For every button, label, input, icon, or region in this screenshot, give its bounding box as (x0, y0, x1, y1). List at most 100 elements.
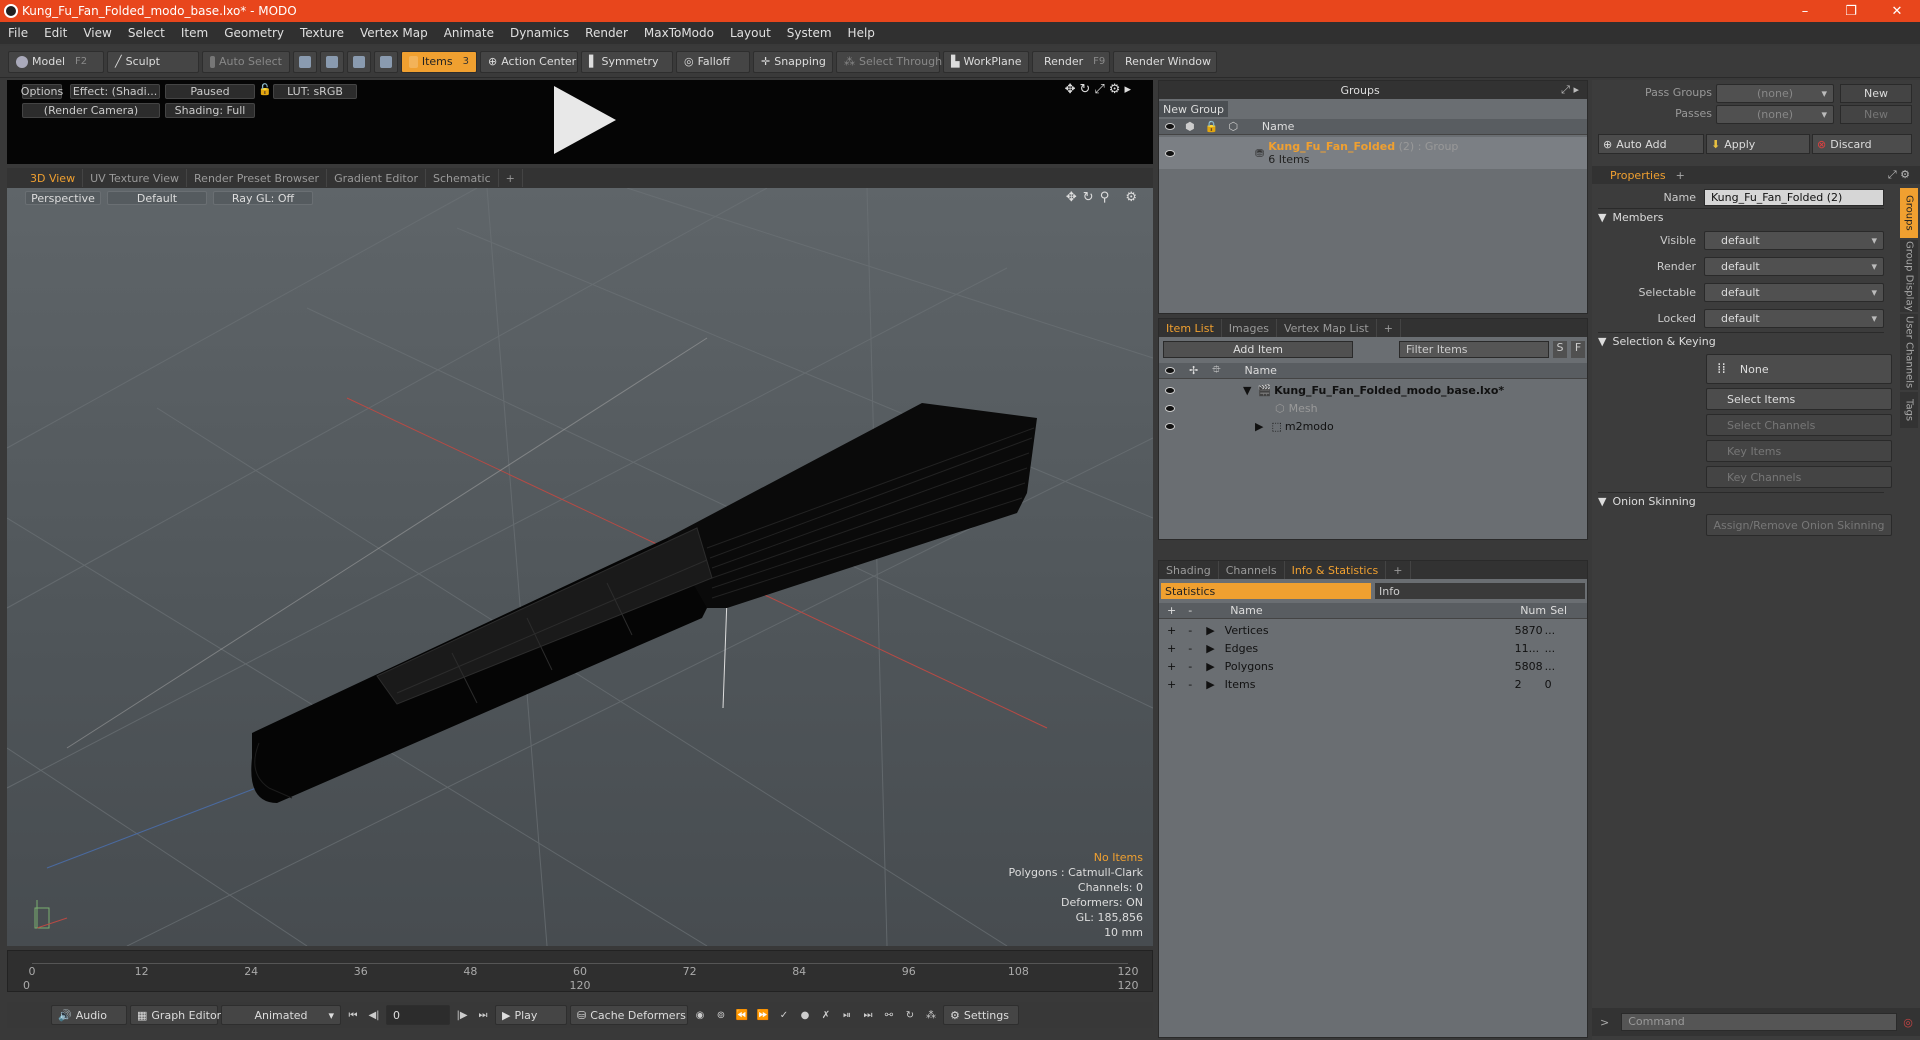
tab-vertex-map-list[interactable]: Vertex Map List (1277, 319, 1377, 337)
visibility-icon[interactable] (1165, 149, 1175, 157)
auto-add-button[interactable]: ⊕ Auto Add (1598, 134, 1704, 154)
vtab-groups[interactable]: Groups (1900, 188, 1918, 238)
edges-mode-button[interactable] (320, 50, 344, 73)
onion-skinning-section[interactable]: ▼ Onion Skinning (1598, 492, 1884, 510)
menu-layout[interactable]: Layout (722, 26, 779, 40)
stats-row-items[interactable]: + - ▶ Items 2 0 (1159, 675, 1587, 693)
next-key-icon[interactable]: |▶ (453, 1006, 471, 1024)
channel-link-icon[interactable]: ⚯ (880, 1006, 898, 1024)
expand-arrow-icon[interactable]: ▶ (1206, 642, 1214, 655)
minimize-button[interactable]: – (1782, 0, 1828, 22)
add-item-dropdown[interactable]: Add Item (1163, 341, 1353, 358)
record-icon[interactable]: ◉ (691, 1006, 709, 1024)
channel-refresh-icon[interactable]: ↻ (901, 1006, 919, 1024)
tab-properties[interactable]: Properties (1592, 169, 1666, 182)
collapse-arrow-icon[interactable]: ▼ (1243, 384, 1251, 397)
render-dropdown[interactable]: default (1704, 256, 1884, 276)
materials-mode-button[interactable] (374, 50, 398, 73)
menu-view[interactable]: View (75, 26, 119, 40)
preview-effect-dropdown[interactable]: Effect: (Shadi... (70, 84, 160, 99)
audio-button[interactable]: 🔊 Audio (51, 1005, 127, 1025)
last-frame-icon[interactable]: ⏭ (474, 1006, 492, 1024)
maximize-button[interactable]: ❐ (1828, 0, 1874, 22)
menu-item[interactable]: Item (173, 26, 216, 40)
tab-channels[interactable]: Channels (1219, 561, 1285, 579)
snapping-button[interactable]: ✛ Snapping (753, 50, 833, 73)
expand-arrow-icon[interactable]: ▶ (1255, 420, 1263, 433)
expand-arrow-icon[interactable]: ▶ (1206, 624, 1214, 637)
channel-group-icon[interactable]: ⁂ (922, 1006, 940, 1024)
passes-dropdown[interactable]: (none) (1716, 105, 1834, 124)
frame-input[interactable]: 0 (386, 1005, 450, 1025)
viewport-nav-icons[interactable]: ✥↻⚲ ⚙ (1066, 190, 1143, 205)
sculpt-mode-button[interactable]: ╱ Sculpt (107, 50, 199, 73)
graph-editor-button[interactable]: ▦ Graph Editor (130, 1005, 221, 1025)
vtab-group-display[interactable]: Group Display (1900, 240, 1918, 312)
new-pass-group-button[interactable]: New (1840, 84, 1912, 103)
falloff-button[interactable]: ◎ Falloff (676, 50, 750, 73)
select-channels-button[interactable]: Select Channels (1706, 414, 1892, 436)
menu-animate[interactable]: Animate (436, 26, 502, 40)
menu-system[interactable]: System (779, 26, 840, 40)
item-row-mesh[interactable]: ⬡ Mesh (1159, 399, 1587, 417)
cache-deformers-button[interactable]: ⛁ Cache Deformers (570, 1005, 688, 1025)
tab-uv-texture-view[interactable]: UV Texture View (83, 169, 188, 187)
key-channels-button[interactable]: Key Channels (1706, 466, 1892, 488)
first-frame-icon[interactable]: ⏮ (344, 1006, 362, 1024)
visibility-icon[interactable] (1165, 404, 1175, 412)
tab-images[interactable]: Images (1222, 319, 1277, 337)
tab-info-statistics[interactable]: Info & Statistics (1285, 561, 1387, 579)
menu-file[interactable]: File (0, 26, 36, 40)
group-name-input[interactable]: Kung_Fu_Fan_Folded (2) (1704, 188, 1884, 206)
apply-button[interactable]: ⬇ Apply (1706, 134, 1810, 154)
assign-onion-skinning-button[interactable]: Assign/Remove Onion Skinning (1706, 514, 1892, 536)
3d-viewport[interactable]: Perspective Default Ray GL: Off ✥↻⚲ ⚙ No… (7, 188, 1153, 946)
menu-vertex-map[interactable]: Vertex Map (352, 26, 436, 40)
visibility-icon[interactable] (1165, 386, 1175, 394)
filter-s-button[interactable]: S (1553, 341, 1567, 358)
tab-item-list[interactable]: Item List (1159, 319, 1222, 337)
stop-command-icon[interactable]: ◎ (1903, 1016, 1913, 1029)
lock-icon[interactable]: 🔓 (258, 83, 272, 96)
tab-3d-view[interactable]: 3D View (23, 169, 84, 187)
locked-dropdown[interactable]: default (1704, 308, 1884, 328)
filter-items-input[interactable]: Filter Items (1399, 341, 1549, 358)
key-step-icon[interactable]: ⏯ (838, 1006, 856, 1024)
projection-dropdown[interactable]: Perspective (25, 191, 101, 205)
keying-mode-button[interactable]: ⁞⁞ None (1706, 354, 1892, 384)
preview-shading-dropdown[interactable]: Shading: Full (165, 103, 255, 118)
expand-all-icon[interactable]: + (1167, 604, 1176, 617)
menu-render[interactable]: Render (577, 26, 636, 40)
add-tab-button[interactable]: + (1386, 561, 1411, 579)
expand-arrow-icon[interactable]: ▶ (1206, 678, 1214, 691)
menu-texture[interactable]: Texture (292, 26, 352, 40)
expand-arrow-icon[interactable]: ▶ (1206, 660, 1214, 673)
expand-icon[interactable]: ⤢ ⚙ (1888, 168, 1910, 182)
item-row-m2modo[interactable]: ▶ ⬚ m2modo (1159, 417, 1587, 435)
action-center-button[interactable]: ⊕ Action Center (480, 50, 578, 73)
preview-nav-icons[interactable]: ✥↻⤢⚙▸ (1065, 82, 1135, 97)
auto-key-icon[interactable]: ⊚ (712, 1006, 730, 1024)
filter-f-button[interactable]: F (1571, 341, 1585, 358)
select-items-button[interactable]: Select Items (1706, 388, 1892, 410)
members-section[interactable]: ▼ Members (1598, 208, 1884, 226)
pass-groups-dropdown[interactable]: (none) (1716, 84, 1834, 103)
menu-select[interactable]: Select (120, 26, 173, 40)
menu-dynamics[interactable]: Dynamics (502, 26, 577, 40)
items-mode-button[interactable]: Items 3 (401, 50, 477, 73)
collapse-all-icon[interactable]: - (1188, 604, 1192, 617)
menu-maxtomodo[interactable]: MaxToModo (636, 26, 722, 40)
key-items-button[interactable]: Key Items (1706, 440, 1892, 462)
add-tab-button[interactable]: + (1377, 319, 1401, 337)
play-button[interactable]: ▶ Play (495, 1005, 567, 1025)
menu-help[interactable]: Help (840, 26, 883, 40)
statistics-subtab[interactable]: Statistics (1161, 583, 1371, 599)
menu-edit[interactable]: Edit (36, 26, 75, 40)
key-dot-icon[interactable]: ● (796, 1006, 814, 1024)
vtab-user-channels[interactable]: User Channels (1900, 314, 1918, 390)
preview-pause-button[interactable]: Paused (165, 84, 255, 99)
visible-dropdown[interactable]: default (1704, 230, 1884, 250)
stats-row-edges[interactable]: + - ▶ Edges 11...... (1159, 639, 1587, 657)
group-row[interactable]: ⛃ Kung_Fu_Fan_Folded (2) : Group 6 Items (1159, 137, 1587, 169)
vertices-mode-button[interactable] (293, 50, 317, 73)
